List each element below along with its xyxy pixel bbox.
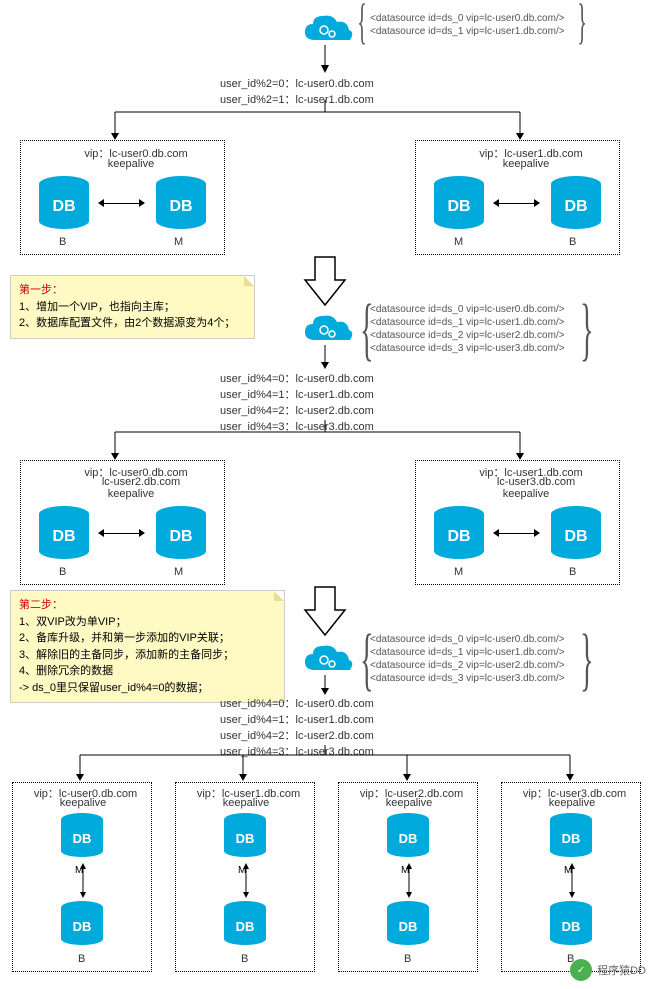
db-icon: DB xyxy=(61,813,103,859)
db-group-2-right: vip：lc-user1.db.com lc-user3.db.com keep… xyxy=(415,460,620,585)
db-icon: DB xyxy=(156,176,206,231)
routing-line: user_id%4=0：lc-user0.db.com xyxy=(220,370,440,386)
datasource-list-1: <datasource id=ds_0 vip=lc-user0.db.com/… xyxy=(370,12,565,38)
db-icon: DB xyxy=(61,901,103,947)
db-icon: DB xyxy=(550,901,592,947)
varrow xyxy=(566,863,578,898)
ds-line: <datasource id=ds_0 vip=lc-user0.db.com/… xyxy=(370,633,565,646)
ds-line: <datasource id=ds_1 vip=lc-user1.db.com/… xyxy=(370,646,565,659)
routing-line: user_id%2=0：lc-user0.db.com xyxy=(220,75,440,91)
ds-line: <datasource id=ds_1 vip=lc-user1.db.com/… xyxy=(370,25,565,38)
ds-line: <datasource id=ds_3 vip=lc-user3.db.com/… xyxy=(370,342,565,355)
ds-line: <datasource id=ds_2 vip=lc-user2.db.com/… xyxy=(370,659,565,672)
ds-line: <datasource id=ds_0 vip=lc-user0.db.com/… xyxy=(370,12,565,25)
brace-right-3: } xyxy=(580,620,593,700)
ds-line: <datasource id=ds_2 vip=lc-user2.db.com/… xyxy=(370,329,565,342)
sync-arrow xyxy=(494,533,539,534)
db-icon: DB xyxy=(224,813,266,859)
keepalive-label: keepalive xyxy=(216,797,276,809)
m-label: M xyxy=(454,566,463,578)
note-step2: 第二步： 1、双VIP改为单VIP； 2、备库升级，并和第一步添加的VIP关联；… xyxy=(10,590,285,703)
db-group-3-0: vip：lc-user0.db.com keepalive DB M DB B xyxy=(12,782,152,972)
db-icon: DB xyxy=(551,176,601,231)
db-icon: DB xyxy=(224,901,266,947)
db-icon: DB xyxy=(550,813,592,859)
db-group-1-left: vip：lc-user0.db.com keepalive DB DB B M xyxy=(20,140,225,255)
db-icon: DB xyxy=(434,176,484,231)
sync-arrow xyxy=(99,533,144,534)
routing-line: user_id%4=2：lc-user2.db.com xyxy=(220,402,440,418)
arrow-down-2 xyxy=(315,345,335,370)
b-label: B xyxy=(59,566,66,578)
vip-label2: lc-user2.db.com xyxy=(86,476,196,488)
watermark: ✓ 程序猿DD xyxy=(570,959,646,981)
big-arrow-down-1 xyxy=(300,255,350,310)
watermark-text: 程序猿DD xyxy=(597,962,646,978)
note-line: 1、增加一个VIP，也指向主库； xyxy=(19,299,246,316)
db-group-3-1: vip：lc-user1.db.com keepalive DB M DB B xyxy=(175,782,315,972)
routing-line: user_id%4=1：lc-user1.db.com xyxy=(220,711,440,727)
db-group-1-right: vip：lc-user1.db.com keepalive DB DB M B xyxy=(415,140,620,255)
sync-arrow xyxy=(99,203,144,204)
note-line: 1、双VIP改为单VIP； xyxy=(19,614,276,631)
vip-label2: lc-user3.db.com xyxy=(481,476,591,488)
brace-right-1: } xyxy=(577,0,587,50)
routing-line: user_id%4=2：lc-user2.db.com xyxy=(220,727,440,743)
b-label: B xyxy=(241,953,248,965)
ds-line: <datasource id=ds_0 vip=lc-user0.db.com/… xyxy=(370,303,565,316)
keepalive-label: keepalive xyxy=(91,488,171,500)
db-icon: DB xyxy=(39,176,89,231)
note-title: 第一步： xyxy=(19,282,246,299)
arrow-down-1 xyxy=(315,45,335,75)
keepalive-label: keepalive xyxy=(542,797,602,809)
db-group-2-left: vip：lc-user0.db.com lc-user2.db.com keep… xyxy=(20,460,225,585)
b-label: B xyxy=(59,236,66,248)
varrow xyxy=(77,863,89,898)
note-line: 2、数据库配置文件，由2个数据源变为4个； xyxy=(19,315,246,332)
brace-right-2: } xyxy=(580,290,593,370)
m-label: M xyxy=(454,236,463,248)
brace-left-1: { xyxy=(357,0,367,50)
db-icon: DB xyxy=(387,901,429,947)
m-label: M xyxy=(174,566,183,578)
db-icon: DB xyxy=(156,506,206,561)
b-label: B xyxy=(404,953,411,965)
keepalive-label: keepalive xyxy=(486,488,566,500)
datasource-list-2: <datasource id=ds_0 vip=lc-user0.db.com/… xyxy=(370,303,565,355)
keepalive-label: keepalive xyxy=(486,158,566,170)
note-line: 3、解除旧的主备同步，添加新的主备同步； xyxy=(19,647,276,664)
keepalive-label: keepalive xyxy=(91,158,171,170)
arrow-down-3 xyxy=(315,675,335,695)
db-group-3-3: vip：lc-user3.db.com keepalive DB M DB B xyxy=(501,782,641,972)
note-line: -> ds_0里只保留user_id%4=0的数据； xyxy=(19,680,276,697)
note-step1: 第一步： 1、增加一个VIP，也指向主库； 2、数据库配置文件，由2个数据源变为… xyxy=(10,275,255,339)
m-label: M xyxy=(174,236,183,248)
note-title: 第二步： xyxy=(19,597,276,614)
datasource-list-3: <datasource id=ds_0 vip=lc-user0.db.com/… xyxy=(370,633,565,685)
note-line: 2、备库升级，并和第一步添加的VIP关联； xyxy=(19,630,276,647)
ds-line: <datasource id=ds_3 vip=lc-user3.db.com/… xyxy=(370,672,565,685)
big-arrow-down-2 xyxy=(300,585,350,640)
varrow xyxy=(240,863,252,898)
db-group-3-2: vip：lc-user2.db.com keepalive DB M DB B xyxy=(338,782,478,972)
varrow xyxy=(403,863,415,898)
sharding-diagram: { <datasource id=ds_0 vip=lc-user0.db.co… xyxy=(0,0,654,989)
b-label: B xyxy=(569,566,576,578)
b-label: B xyxy=(569,236,576,248)
routing-line: user_id%4=0：lc-user0.db.com xyxy=(220,695,440,711)
keepalive-label: keepalive xyxy=(379,797,439,809)
ds-line: <datasource id=ds_1 vip=lc-user1.db.com/… xyxy=(370,316,565,329)
db-icon: DB xyxy=(387,813,429,859)
db-icon: DB xyxy=(434,506,484,561)
b-label: B xyxy=(78,953,85,965)
wechat-icon: ✓ xyxy=(570,959,592,981)
note-line: 4、删除冗余的数据 xyxy=(19,663,276,680)
db-icon: DB xyxy=(551,506,601,561)
db-icon: DB xyxy=(39,506,89,561)
sync-arrow xyxy=(494,203,539,204)
routing-line: user_id%4=1：lc-user1.db.com xyxy=(220,386,440,402)
keepalive-label: keepalive xyxy=(53,797,113,809)
